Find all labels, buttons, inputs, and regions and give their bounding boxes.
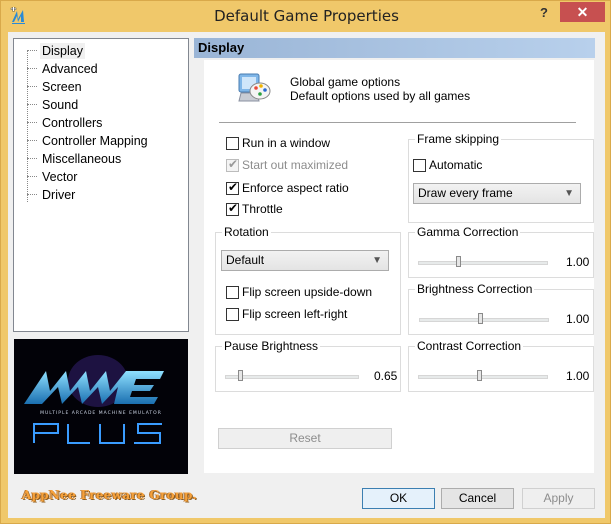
group-legend: Rotation	[222, 225, 271, 239]
checkbox-box[interactable]	[413, 158, 426, 172]
properties-window: Default Game Properties ? ✕ Display Adva…	[0, 0, 611, 524]
select-value: Draw every frame	[418, 186, 513, 200]
help-button[interactable]: ?	[535, 4, 553, 22]
checkbox-box[interactable]	[226, 136, 239, 150]
frame-skipping-group: Frame skipping	[408, 132, 594, 223]
checkbox-label: Start out maximized	[242, 158, 349, 172]
checkbox-label: Flip screen upside-down	[242, 285, 373, 299]
gamma-slider[interactable]	[418, 253, 548, 273]
checkbox-label: Automatic	[429, 158, 483, 172]
group-legend: Brightness Correction	[415, 282, 535, 296]
mame-plus-logo: MULTIPLE ARCADE MACHINE EMULATOR	[14, 339, 188, 474]
description-subtitle: Default options used by all games	[290, 89, 471, 103]
tree-item-vector[interactable]: Vector	[27, 168, 79, 185]
pause-brightness-value: 0.65	[374, 369, 398, 383]
group-legend: Pause Brightness	[222, 339, 321, 353]
tree-item-miscellaneous[interactable]: Miscellaneous	[27, 150, 123, 167]
tree-item-advanced[interactable]: Advanced	[27, 60, 100, 77]
flip-left-right-checkbox[interactable]: Flip screen left-right	[226, 307, 347, 321]
watermark-text: AppNee Freeware Group.	[22, 488, 198, 502]
start-maximized-checkbox[interactable]: Start out maximized	[226, 157, 349, 172]
tree-item-sound[interactable]: Sound	[27, 96, 80, 113]
chevron-down-icon: ▼	[564, 188, 574, 199]
pause-brightness-slider[interactable]	[225, 367, 359, 387]
cancel-button[interactable]: Cancel	[441, 488, 514, 509]
gamma-value: 1.00	[566, 255, 590, 269]
throttle-checkbox[interactable]: Throttle	[226, 201, 283, 216]
chevron-down-icon: ▼	[372, 255, 382, 266]
checkbox-box[interactable]	[226, 307, 239, 321]
title-bar: Default Game Properties ? ✕	[1, 1, 611, 32]
slider-thumb[interactable]	[238, 370, 243, 381]
tree-item-label: Sound	[42, 97, 79, 112]
tree-item-display[interactable]: Display	[27, 42, 85, 59]
enforce-aspect-checkbox[interactable]: Enforce aspect ratio	[226, 180, 349, 195]
slider-thumb[interactable]	[456, 256, 461, 267]
tree-branch	[27, 158, 37, 159]
description-title: Global game options	[290, 75, 401, 89]
tree-item-screen[interactable]: Screen	[27, 78, 84, 95]
slider-thumb[interactable]	[477, 370, 482, 381]
slider-track[interactable]	[225, 375, 359, 379]
tree-branch	[27, 86, 37, 87]
tree-item-label: Display	[40, 42, 85, 59]
run-in-window-checkbox[interactable]: Run in a window	[226, 136, 330, 150]
tree-branch	[27, 104, 37, 105]
reset-button[interactable]: Reset	[218, 428, 392, 449]
brightness-value: 1.00	[566, 312, 590, 326]
checkbox-box[interactable]	[226, 180, 239, 195]
tree-item-controller-mapping[interactable]: Controller Mapping	[27, 132, 150, 149]
ok-button[interactable]: OK	[362, 488, 435, 509]
tree-branch	[27, 68, 37, 69]
group-legend: Gamma Correction	[415, 225, 521, 239]
window-title: Default Game Properties	[214, 7, 399, 25]
checkbox-box[interactable]	[226, 285, 239, 299]
apply-button[interactable]: Apply	[522, 488, 595, 509]
frameskip-select[interactable]: Draw every frame ▼	[413, 183, 581, 204]
page-title: Display	[198, 40, 245, 55]
tree-item-controllers[interactable]: Controllers	[27, 114, 104, 131]
tree-item-label: Controllers	[42, 115, 103, 130]
checkbox-label: Flip screen left-right	[242, 307, 348, 321]
tree-item-driver[interactable]: Driver	[27, 186, 77, 203]
tree-branch	[27, 50, 37, 51]
slider-track[interactable]	[419, 318, 549, 322]
separator	[219, 122, 576, 123]
slider-track[interactable]	[418, 375, 548, 379]
tree-branch	[27, 176, 37, 177]
tree-branch	[27, 122, 37, 123]
close-button[interactable]: ✕	[560, 2, 605, 22]
tree-item-label: Screen	[42, 79, 82, 94]
dialog-client: Display Advanced Screen Sound Controller…	[8, 32, 605, 518]
slider-track[interactable]	[418, 261, 548, 265]
checkbox-label: Enforce aspect ratio	[242, 181, 349, 195]
tree-branch	[27, 194, 37, 195]
tree-item-label: Advanced	[42, 61, 98, 76]
tree-branch	[27, 140, 37, 141]
options-tree[interactable]: Display Advanced Screen Sound Controller…	[13, 38, 189, 332]
group-legend: Frame skipping	[415, 132, 502, 146]
flip-upside-down-checkbox[interactable]: Flip screen upside-down	[226, 285, 372, 299]
page-header: Display	[194, 38, 595, 58]
display-settings-icon	[238, 73, 271, 102]
contrast-slider[interactable]	[418, 367, 548, 387]
select-value: Default	[226, 253, 265, 267]
group-legend: Contrast Correction	[415, 339, 524, 353]
slider-thumb[interactable]	[478, 313, 483, 324]
checkbox-label: Throttle	[242, 202, 283, 216]
contrast-value: 1.00	[566, 369, 590, 383]
display-options-panel: Global game options Default options used…	[204, 60, 594, 473]
automatic-frameskip-checkbox[interactable]: Automatic	[413, 158, 482, 172]
checkbox-label: Run in a window	[242, 136, 331, 150]
checkbox-box[interactable]	[226, 157, 239, 172]
brightness-slider[interactable]	[419, 310, 549, 330]
tree-item-label: Driver	[42, 187, 76, 202]
tree-item-label: Miscellaneous	[42, 151, 122, 166]
tree-item-label: Vector	[42, 169, 78, 184]
logo-subtitle: MULTIPLE ARCADE MACHINE EMULATOR	[40, 410, 162, 416]
logo-graphic: MULTIPLE ARCADE MACHINE EMULATOR	[24, 355, 164, 444]
tree-item-label: Controller Mapping	[42, 133, 148, 148]
rotation-select[interactable]: Default ▼	[221, 250, 389, 271]
checkbox-box[interactable]	[226, 201, 239, 216]
